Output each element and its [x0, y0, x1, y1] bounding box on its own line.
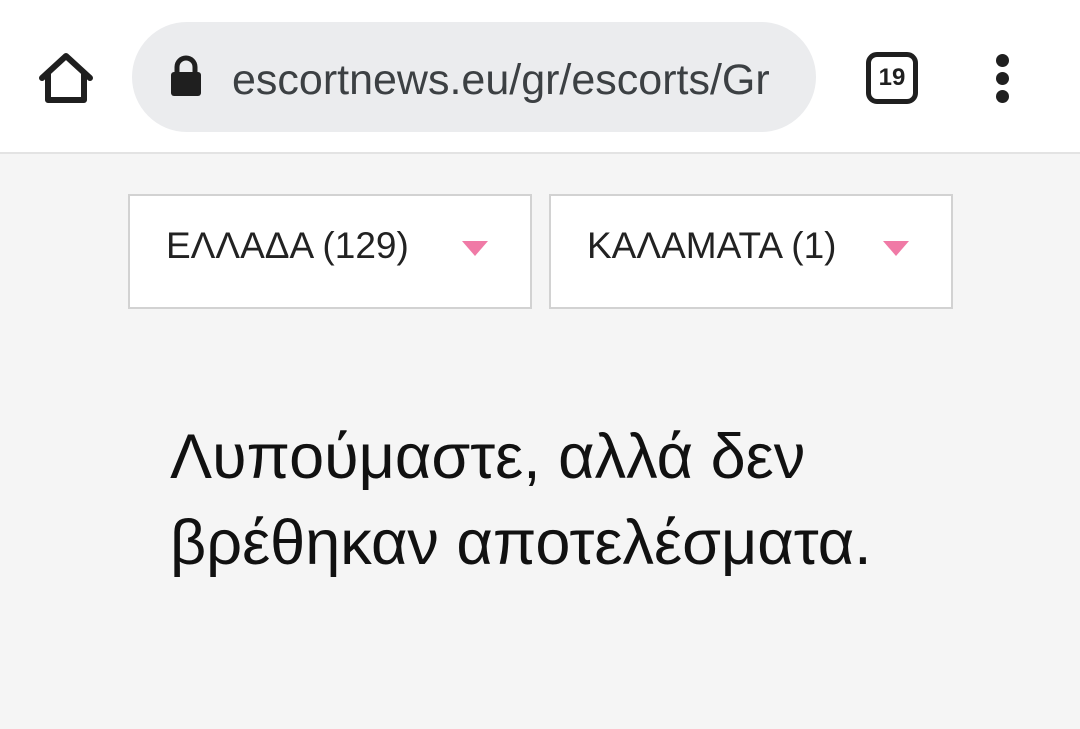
country-select-label: ΕΛΛΑΔΑ (129) [166, 225, 409, 266]
country-select[interactable]: ΕΛΛΑΔΑ (129) [128, 194, 532, 309]
menu-dot [996, 72, 1009, 85]
menu-dot [996, 54, 1009, 67]
home-icon [39, 53, 93, 103]
browser-toolbar: escortnews.eu/gr/escorts/Gr 19 [0, 0, 1080, 154]
no-results-message: Λυπούμαστε, αλλά δεν βρέθηκαν αποτελέσμα… [170, 422, 872, 578]
chevron-down-icon [883, 241, 909, 256]
chevron-down-icon [462, 241, 488, 256]
tab-switcher-button[interactable]: 19 [866, 52, 918, 104]
city-select-label: ΚΑΛΑΜΑΤΑ (1) [587, 225, 837, 266]
city-select[interactable]: ΚΑΛΑΜΑΤΑ (1) [549, 194, 953, 309]
url-text[interactable]: escortnews.eu/gr/escorts/Gr [232, 52, 794, 108]
tab-count: 19 [878, 64, 906, 91]
home-button[interactable] [36, 48, 96, 108]
lock-icon [168, 54, 204, 98]
menu-dot [996, 90, 1009, 103]
more-vert-icon[interactable] [988, 54, 1018, 103]
